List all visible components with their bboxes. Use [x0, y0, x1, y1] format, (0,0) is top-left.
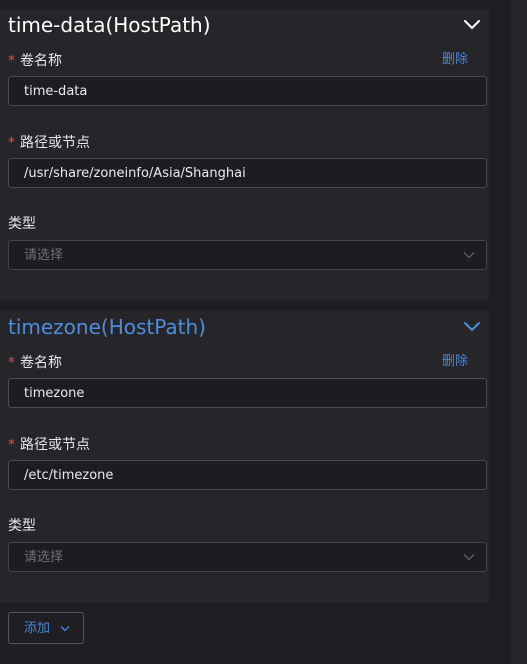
volume-panel-header[interactable]: timezone(HostPath)	[8, 311, 481, 343]
volume-title: timezone(HostPath)	[8, 315, 206, 339]
volume-panel-timezone: timezone(HostPath) * 卷名称 删除 timezone * 路径或…	[0, 311, 489, 603]
path-label: * 路径或节点	[8, 135, 90, 151]
scrollbar-track[interactable]	[511, 0, 527, 664]
chevron-down-icon	[463, 554, 475, 561]
required-mark: *	[8, 437, 15, 453]
volume-name-value: time-data	[24, 84, 88, 99]
volume-name-label: * 卷名称	[8, 355, 62, 371]
path-value: /usr/share/zoneinfo/Asia/Shanghai	[24, 166, 246, 181]
type-select[interactable]: 请选择	[8, 542, 487, 572]
path-input[interactable]: /etc/timezone	[8, 460, 487, 490]
volume-name-input[interactable]: time-data	[8, 76, 487, 106]
volume-panel-time-data: time-data(HostPath) * 卷名称 删除 time-data * 路…	[0, 9, 489, 300]
type-label: 类型	[8, 518, 36, 534]
required-mark: *	[8, 53, 15, 69]
volume-title: time-data(HostPath)	[8, 13, 211, 37]
add-button-label: 添加	[24, 621, 51, 636]
volume-name-input[interactable]: timezone	[8, 378, 487, 408]
chevron-down-icon[interactable]	[463, 319, 481, 333]
path-label: * 路径或节点	[8, 437, 90, 453]
volume-name-label: * 卷名称	[8, 53, 62, 69]
path-value: /etc/timezone	[24, 468, 114, 483]
volume-name-value: timezone	[24, 386, 85, 401]
type-label: 类型	[8, 216, 36, 232]
volume-panel-header[interactable]: time-data(HostPath)	[8, 9, 481, 41]
required-mark: *	[8, 355, 15, 371]
required-mark: *	[8, 135, 15, 151]
add-volume-button[interactable]: 添加	[8, 612, 84, 644]
chevron-down-icon	[463, 252, 475, 259]
chevron-down-icon	[60, 626, 70, 632]
delete-button[interactable]: 删除	[442, 353, 468, 371]
chevron-down-icon[interactable]	[463, 17, 481, 31]
path-input[interactable]: /usr/share/zoneinfo/Asia/Shanghai	[8, 158, 487, 188]
type-select[interactable]: 请选择	[8, 240, 487, 270]
delete-button[interactable]: 删除	[442, 51, 468, 69]
type-select-placeholder: 请选择	[24, 248, 64, 263]
type-select-placeholder: 请选择	[24, 550, 64, 565]
